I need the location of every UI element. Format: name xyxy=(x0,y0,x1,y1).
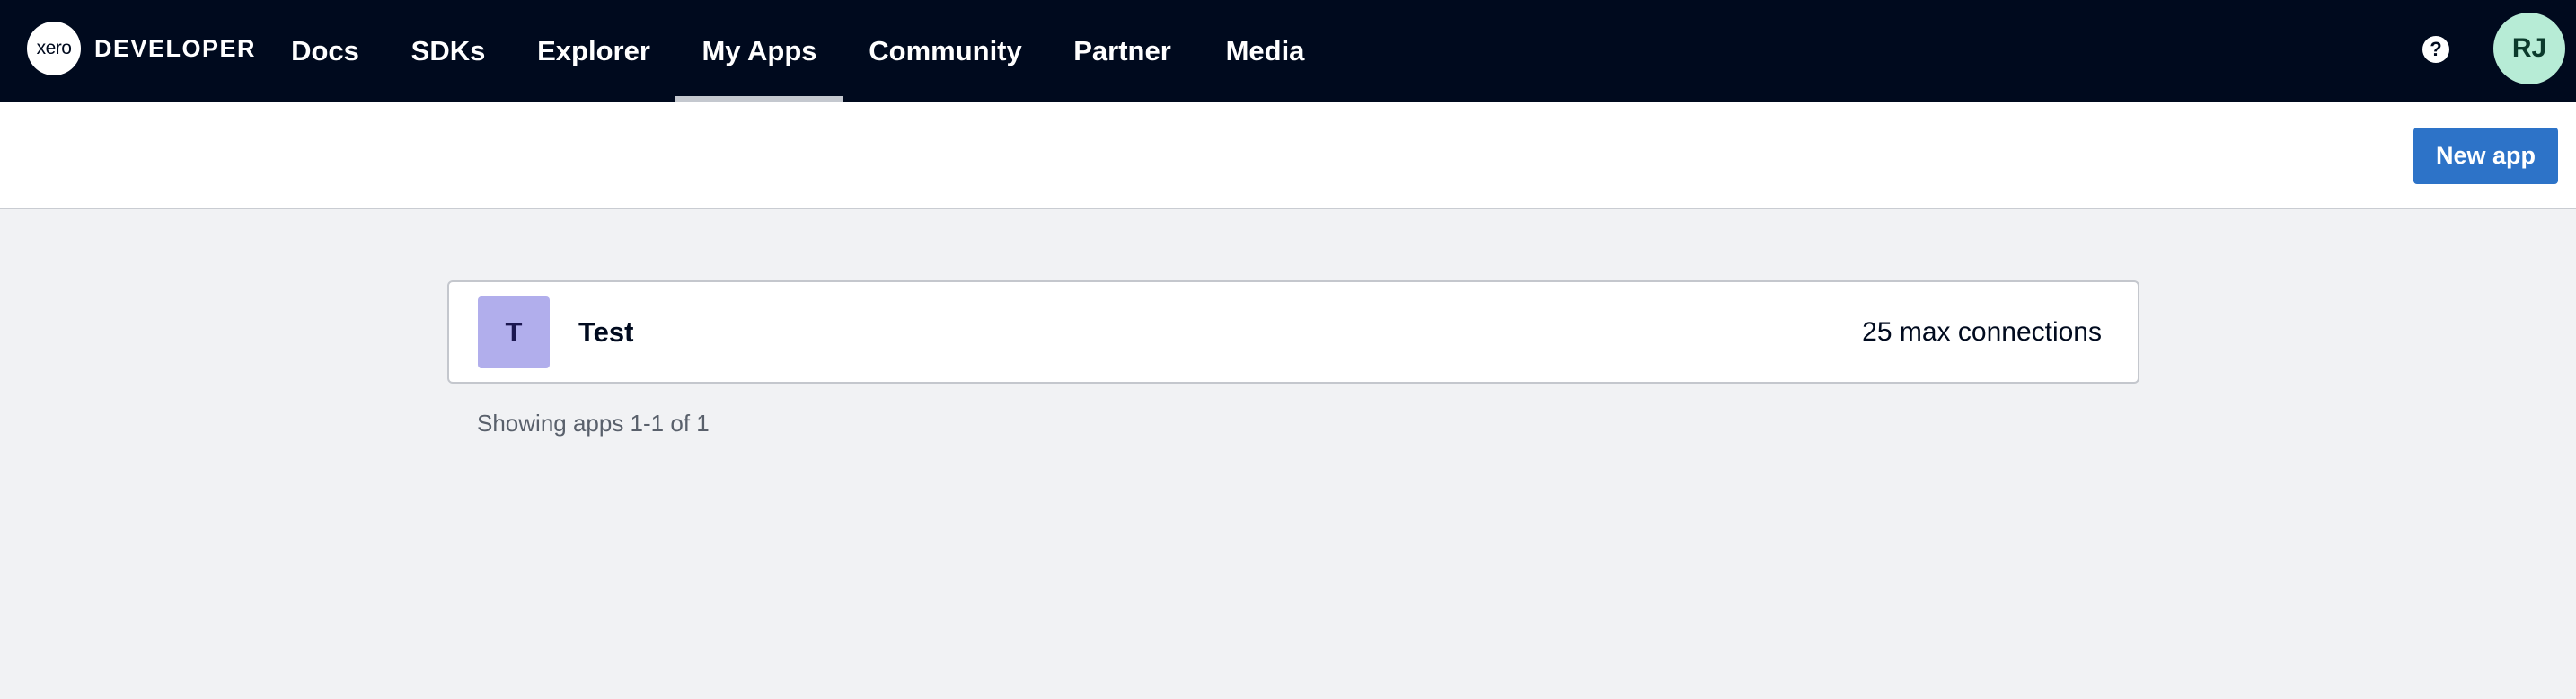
nav-item-my-apps[interactable]: My Apps xyxy=(675,0,843,102)
new-app-button[interactable]: New app xyxy=(2413,128,2558,184)
xero-developer-home-link[interactable]: xero DEVELOPER xyxy=(27,22,256,75)
nav-item-sdks[interactable]: SDKs xyxy=(390,0,507,102)
page-toolbar: New app xyxy=(0,102,2576,209)
nav-item-community[interactable]: Community xyxy=(858,0,1033,102)
app-initial-tile: T xyxy=(478,296,550,368)
brand-name: DEVELOPER xyxy=(94,34,257,62)
nav-item-docs[interactable]: Docs xyxy=(275,0,375,102)
nav-item-media[interactable]: Media xyxy=(1211,0,1319,102)
nav-item-explorer[interactable]: Explorer xyxy=(524,0,664,102)
app-name: Test xyxy=(578,315,634,348)
nav-item-partner[interactable]: Partner xyxy=(1054,0,1190,102)
pagination-summary: Showing apps 1-1 of 1 xyxy=(477,410,710,437)
app-max-connections: 25 max connections xyxy=(1862,316,2102,347)
top-navigation: xero DEVELOPER Docs SDKs Explorer My App… xyxy=(0,0,2576,102)
user-avatar[interactable]: RJ xyxy=(2493,13,2565,84)
help-icon[interactable]: ? xyxy=(2422,36,2449,63)
xero-logo: xero xyxy=(27,22,81,75)
app-list-item[interactable]: T Test 25 max connections xyxy=(447,280,2139,384)
